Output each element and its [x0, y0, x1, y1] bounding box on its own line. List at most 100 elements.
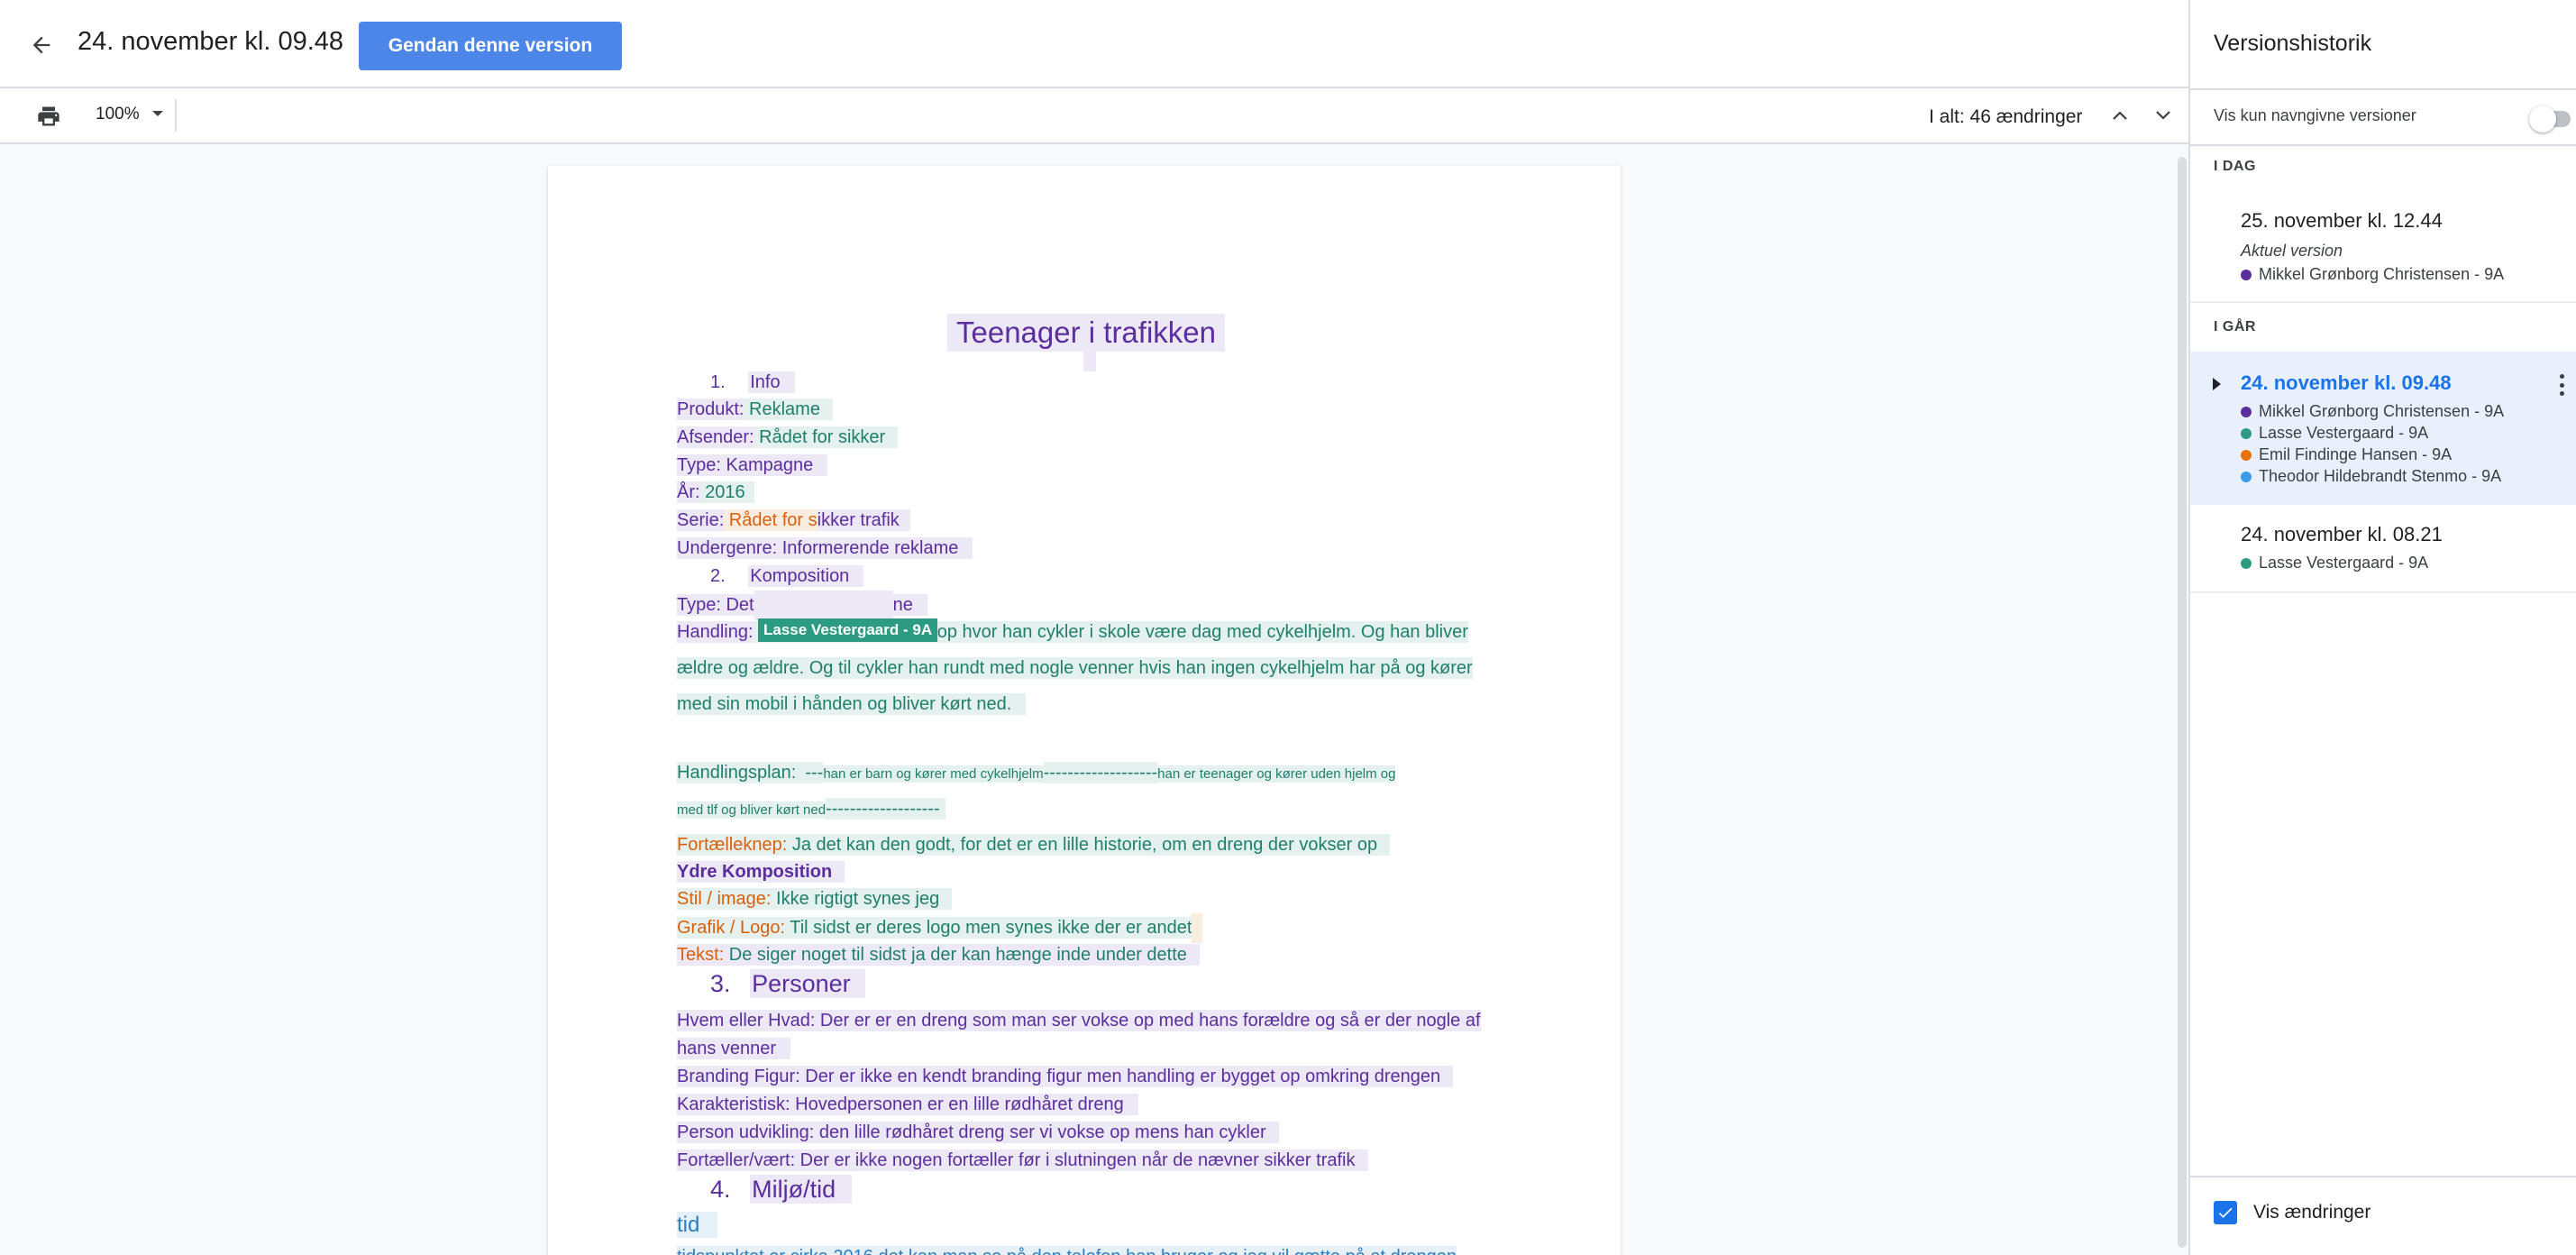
- version-date: 24. november kl. 09.48: [2241, 371, 2452, 394]
- handling-line-2: ældre og ældre. Og til cykler han rundt …: [677, 655, 1473, 682]
- person-udvikling-line: Person udvikling: den lille rødhåret dre…: [677, 1119, 1279, 1147]
- field-value: Det: [720, 594, 754, 616]
- editor-name: Mikkel Grønborg Christensen - 9A: [2259, 402, 2505, 420]
- type-line: Type: Kampagne: [677, 452, 828, 480]
- aar-line: År: 2016: [677, 479, 754, 507]
- version-title: 24. november kl. 09.48: [78, 27, 344, 56]
- paragraph-text: Fortæller/vært: Der er ikke nogen fortæl…: [677, 1150, 1368, 1171]
- field-value: Informerende reklame: [777, 537, 973, 559]
- handlingsplan-line-2: med tlf og bliver kørt ned--------------…: [677, 795, 945, 824]
- divider: [2190, 144, 2576, 146]
- editor-color-dot: [2241, 557, 2252, 569]
- toolbar: 100% I alt: 46 ændringer: [0, 88, 2188, 144]
- divider: [2190, 88, 2576, 90]
- named-versions-filter-label: Vis kun navngivne versioner: [2214, 106, 2416, 124]
- editor-color-dot: [2241, 449, 2252, 461]
- divider: [2190, 591, 2576, 593]
- field-label: Undergenre:: [677, 537, 778, 559]
- back-arrow-icon[interactable]: [23, 27, 59, 63]
- scrollbar-thumb[interactable]: [2178, 157, 2187, 1248]
- editor-color-dot: [2241, 471, 2252, 482]
- editor-color-dot: [2241, 427, 2252, 439]
- group-label-yesterday: I GÅR: [2214, 319, 2256, 334]
- hvem-line-1: Hvem eller Hvad: Der er er en dreng som …: [677, 1007, 1481, 1035]
- section-title: Komposition: [748, 565, 864, 587]
- field-value: De siger noget til sidst ja der kan hæng…: [724, 944, 1200, 966]
- field-value: Kampagne: [720, 454, 828, 476]
- editor-color-dot: [2241, 269, 2252, 280]
- version-item-selected[interactable]: 24. november kl. 09.48 Mikkel Grønborg C…: [2190, 352, 2576, 505]
- document-scrollbar[interactable]: [2174, 150, 2188, 1255]
- collaborator-cursor-label: Lasse Vestergaard - 9A: [758, 618, 938, 642]
- field-value: ---: [805, 762, 824, 783]
- field-label: Type:: [677, 454, 721, 476]
- field-value: ne: [892, 594, 927, 616]
- field-value: med sin mobil i hånden og bliver kørt ne…: [677, 693, 1027, 715]
- divider: [2190, 1176, 2576, 1177]
- hidden-text-span: [754, 591, 893, 620]
- ydre-komposition-heading: Ydre Komposition: [677, 858, 845, 886]
- paragraph-text: Person udvikling: den lille rødhåret dre…: [677, 1122, 1279, 1143]
- undergenre-line: Undergenre: Informerende reklame: [677, 535, 973, 563]
- field-label: Stil / image:: [677, 888, 772, 910]
- field-value: Ja det kan den godt, for det er en lille…: [787, 834, 1391, 856]
- toggle-knob: [2529, 105, 2556, 133]
- editor-entry: Emil Findinge Hansen - 9A: [2241, 445, 2452, 464]
- current-version-label: Aktuel version: [2241, 242, 2343, 260]
- version-item[interactable]: 24. november kl. 08.21 Lasse Vestergaard…: [2190, 505, 2576, 591]
- field-value: ældre og ældre. Og til cykler han rundt …: [677, 657, 1473, 679]
- version-date: 24. november kl. 08.21: [2241, 523, 2443, 545]
- dropdown-arrow-icon: [151, 111, 163, 116]
- type2-line: Type: Det ne: [677, 591, 927, 620]
- tidspunktet-line: tidspunktet er cirka 2016 det kan man se…: [677, 1243, 1457, 1255]
- expand-caret-icon[interactable]: [2210, 377, 2223, 391]
- field-label: Tekst:: [677, 944, 725, 966]
- named-versions-toggle[interactable]: [2529, 104, 2572, 133]
- restore-version-button[interactable]: Gendan denne version: [359, 22, 622, 70]
- previous-change-chevron-up-icon[interactable]: [2107, 103, 2133, 128]
- field-label: Grafik / Logo:: [677, 917, 786, 939]
- paragraph-text: tidspunktet er cirka 2016 det kan man se…: [677, 1246, 1457, 1255]
- paragraph-text: tid: [677, 1212, 718, 1238]
- zoom-select[interactable]: 100%: [96, 105, 163, 124]
- paragraph-text: Karakteristisk: Hovedpersonen er en lill…: [677, 1094, 1138, 1115]
- editor-color-dot: [2241, 406, 2252, 417]
- field-label: Fortælleknep:: [677, 834, 788, 856]
- fortaelleknep-line: Fortælleknep: Ja det kan den godt, for d…: [677, 831, 1391, 859]
- version-history-panel: Versionshistorik Vis kun navngivne versi…: [2188, 0, 2576, 1255]
- next-change-chevron-down-icon[interactable]: [2151, 103, 2176, 128]
- list-number: 1.: [710, 372, 726, 392]
- serie-line: Serie: Rådet for sikker trafik: [677, 507, 910, 535]
- field-value: Til sidst er deres logo men synes ikke d…: [785, 917, 1192, 939]
- paragraph-text: Hvem eller Hvad: Der er er en dreng som …: [677, 1010, 1481, 1031]
- field-value: -------------------: [1043, 762, 1158, 783]
- subheading: Ydre Komposition: [677, 861, 845, 883]
- document-page: Teenager i trafikken 1. Info Produkt: Re…: [548, 166, 1621, 1255]
- field-value: han er barn og kører med cykelhjelm: [823, 765, 1044, 783]
- tid-line: tid: [677, 1211, 718, 1241]
- checkmark-icon: [2218, 1207, 2233, 1218]
- editor-name: Theodor Hildebrandt Stenmo - 9A: [2259, 467, 2502, 485]
- editor-entry: Lasse Vestergaard - 9A: [2241, 554, 2428, 573]
- field-value: Ikke rigtigt synes jeg: [771, 888, 953, 910]
- fortaeller-line: Fortæller/vært: Der er ikke nogen fortæl…: [677, 1147, 1368, 1175]
- editor-entry: Mikkel Grønborg Christensen - 9A: [2241, 265, 2504, 284]
- field-value: Reklame: [744, 398, 833, 420]
- list-item-komposition: 2. Komposition: [710, 563, 864, 591]
- change-mark: [1192, 913, 1203, 943]
- more-options-icon[interactable]: [2556, 371, 2567, 398]
- stil-line: Stil / image: Ikke rigtigt synes jeg: [677, 885, 953, 913]
- editor-name: Lasse Vestergaard - 9A: [2259, 424, 2429, 442]
- field-value: Rådet for sikker: [754, 426, 899, 448]
- version-item[interactable]: 25. november kl. 12.44 Aktuel version Mi…: [2190, 189, 2576, 301]
- field-label: Serie:: [677, 509, 725, 531]
- field-label: År:: [677, 481, 700, 503]
- print-icon[interactable]: [36, 104, 61, 129]
- top-header: 24. november kl. 09.48 Gendan denne vers…: [0, 0, 2188, 88]
- show-changes-checkbox[interactable]: [2214, 1201, 2237, 1224]
- field-value: Rådet for s: [724, 509, 818, 531]
- list-number: 3.: [710, 970, 731, 997]
- field-value: han er teenager og kører uden hjelm og: [1157, 765, 1396, 783]
- show-changes-label: Vis ændringer: [2253, 1202, 2371, 1223]
- editor-name: Lasse Vestergaard - 9A: [2259, 554, 2429, 572]
